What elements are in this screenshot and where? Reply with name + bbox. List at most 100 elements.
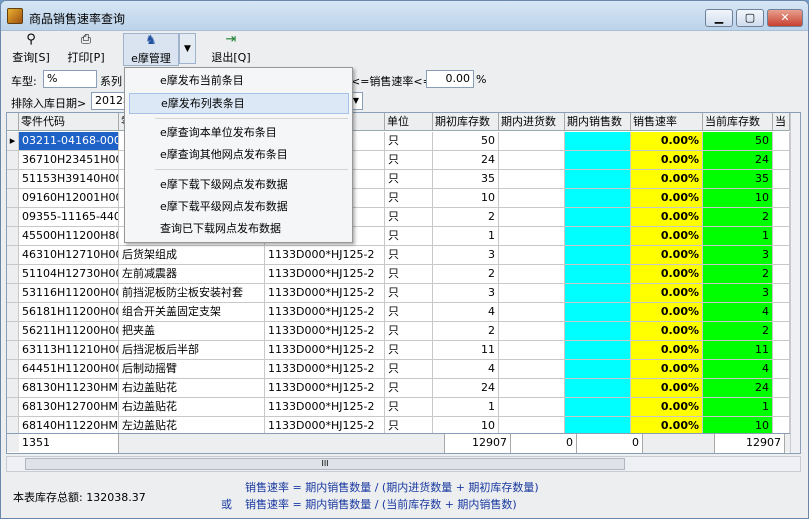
- table-cell: 11: [433, 341, 499, 360]
- table-cell: 1133D000*HJ125-2: [265, 379, 385, 398]
- table-cell: 只: [385, 170, 433, 189]
- minimize-button[interactable]: ▁: [705, 9, 733, 27]
- car-input[interactable]: %: [43, 70, 97, 88]
- table-cell: 3: [433, 246, 499, 265]
- table-cell: [499, 246, 565, 265]
- menu-item-query-own[interactable]: e摩查询本单位发布条目: [129, 122, 349, 143]
- table-cell: 63113H11210H000: [19, 341, 119, 360]
- menu-item-download-peer[interactable]: e摩下载平级网点发布数据: [129, 196, 349, 217]
- footer-count: 1351: [19, 434, 119, 453]
- table-cell: 0.00%: [631, 360, 703, 379]
- emanage-menu: e摩发布当前条目 e摩发布列表条目 e摩查询本单位发布条目 e摩查询其他网点发布…: [124, 67, 353, 243]
- table-cell: [565, 379, 631, 398]
- table-cell: [773, 379, 790, 398]
- menu-item-query-other[interactable]: e摩查询其他网点发布条目: [129, 144, 349, 165]
- table-cell: 0.00%: [631, 132, 703, 151]
- percent-label: %: [476, 73, 487, 86]
- table-cell: [773, 132, 790, 151]
- table-cell: 3: [703, 284, 773, 303]
- table-cell: 09160H12001H000: [19, 189, 119, 208]
- table-cell: [773, 170, 790, 189]
- table-cell: 68130H11230HME2: [19, 379, 119, 398]
- close-button[interactable]: ✕: [767, 9, 803, 27]
- column-header[interactable]: 单位: [385, 113, 433, 131]
- table-cell: [565, 322, 631, 341]
- table-cell: 1: [433, 398, 499, 417]
- table-row[interactable]: 51104H12730H000 左前减震器 1133D000*HJ125-2 只 2 0.…: [7, 265, 790, 284]
- maximize-button[interactable]: ▢: [736, 9, 764, 27]
- table-cell: 把夹盖: [119, 322, 265, 341]
- table-row[interactable]: 53116H11200H000 前挡泥板防尘板安装衬套 1133D000*HJ125…: [7, 284, 790, 303]
- column-header[interactable]: 当前库存数: [703, 113, 773, 131]
- menu-item-publish-list[interactable]: e摩发布列表条目: [129, 93, 349, 114]
- table-cell: 4: [703, 303, 773, 322]
- table-row[interactable]: 63113H11210H000 后挡泥板后半部 1133D000*HJ125-2 只 1…: [7, 341, 790, 360]
- row-indicator: [7, 151, 19, 170]
- emanage-button[interactable]: ♞ e摩管理: [123, 33, 179, 66]
- toolbar: ⚲ 查询[S] ⎙ 打印[P] ♞ e摩管理 ⇥ 退出[Q]: [1, 31, 808, 67]
- table-cell: 2: [703, 322, 773, 341]
- table-cell: [565, 208, 631, 227]
- column-header[interactable]: 零件代码: [19, 113, 119, 131]
- table-cell: 1133D000*HJ125-2: [265, 284, 385, 303]
- table-cell: [565, 170, 631, 189]
- table-cell: [499, 170, 565, 189]
- table-cell: 右边盖贴花: [119, 379, 265, 398]
- exit-button[interactable]: ⇥ 退出[Q]: [207, 33, 255, 66]
- query-button[interactable]: ⚲ 查询[S]: [7, 33, 55, 66]
- column-header[interactable]: 当: [773, 113, 790, 131]
- menu-separator: [155, 169, 348, 170]
- menu-item-download-sub[interactable]: e摩下载下级网点发布数据: [129, 174, 349, 195]
- table-cell: [773, 322, 790, 341]
- table-cell: 只: [385, 246, 433, 265]
- table-row[interactable]: 46310H12710H000 后货架组成 1133D000*HJ125-2 只 3 0.…: [7, 246, 790, 265]
- table-cell: 右边盖贴花: [119, 398, 265, 417]
- title-bar: 商品销售速率查询 ▁ ▢ ✕: [1, 1, 808, 31]
- column-header[interactable]: 销售速率: [631, 113, 703, 131]
- menu-separator: [155, 118, 348, 119]
- grid-footer: 1351 12907 0 0 12907: [7, 433, 790, 453]
- table-cell: 50: [703, 132, 773, 151]
- menu-item-publish-current[interactable]: e摩发布当前条目: [129, 70, 349, 91]
- table-cell: 10: [433, 189, 499, 208]
- table-cell: [565, 265, 631, 284]
- table-cell: 0.00%: [631, 208, 703, 227]
- table-cell: 只: [385, 303, 433, 322]
- row-indicator: [7, 284, 19, 303]
- table-row[interactable]: 68130H12700HM62右边盖贴花1133D000*HJ125-2只10.…: [7, 398, 790, 417]
- table-cell: [499, 284, 565, 303]
- table-cell: [499, 341, 565, 360]
- table-cell: 10: [703, 189, 773, 208]
- vertical-scrollbar[interactable]: [790, 113, 800, 453]
- table-row[interactable]: 56211H11200H000 把夹盖 1133D000*HJ125-2 只 2 0.00…: [7, 322, 790, 341]
- formula-1: 销售速率 = 期内销售数量 / (期内进货数量 + 期初库存数量): [245, 481, 539, 494]
- printer-icon: ⎙: [80, 32, 92, 47]
- row-indicator: [7, 303, 19, 322]
- horizontal-scrollbar[interactable]: III: [6, 456, 801, 472]
- table-cell: 只: [385, 398, 433, 417]
- table-cell: [499, 303, 565, 322]
- print-button[interactable]: ⎙ 打印[P]: [61, 33, 111, 66]
- table-cell: [773, 398, 790, 417]
- column-header[interactable]: 期内销售数: [565, 113, 631, 131]
- table-cell: 46310H12710H000: [19, 246, 119, 265]
- table-cell: [773, 303, 790, 322]
- emanage-dropdown-arrow[interactable]: ▼: [179, 33, 196, 64]
- column-header[interactable]: 期初库存数: [433, 113, 499, 131]
- table-cell: 56181H11200H000: [19, 303, 119, 322]
- table-cell: 前挡泥板防尘板安装衬套: [119, 284, 265, 303]
- table-cell: 0.00%: [631, 303, 703, 322]
- table-row[interactable]: 64451H11200H000 后制动摇臂 1133D000*HJ125-2 只 4 0.…: [7, 360, 790, 379]
- column-header[interactable]: 期内进货数: [499, 113, 565, 131]
- formula-2: 销售速率 = 期内销售数量 / (当前库存数 + 期内销售数): [245, 498, 517, 511]
- table-cell: 1: [433, 227, 499, 246]
- menu-item-query-downloaded[interactable]: 查询已下载网点发布数据: [129, 218, 349, 239]
- table-row[interactable]: 68130H11230HME2右边盖贴花1133D000*HJ125-2只240…: [7, 379, 790, 398]
- table-row[interactable]: 56181H11200H000 组合开关盖固定支架 1133D000*HJ125-2…: [7, 303, 790, 322]
- table-cell: 03211-04168-000: [19, 132, 119, 151]
- rate-input[interactable]: 0.00: [426, 70, 474, 88]
- table-cell: 后货架组成: [119, 246, 265, 265]
- scroll-thumb[interactable]: III: [25, 458, 625, 470]
- table-cell: 51104H12730H000: [19, 265, 119, 284]
- rate-label: <=销售速率<=: [351, 75, 432, 88]
